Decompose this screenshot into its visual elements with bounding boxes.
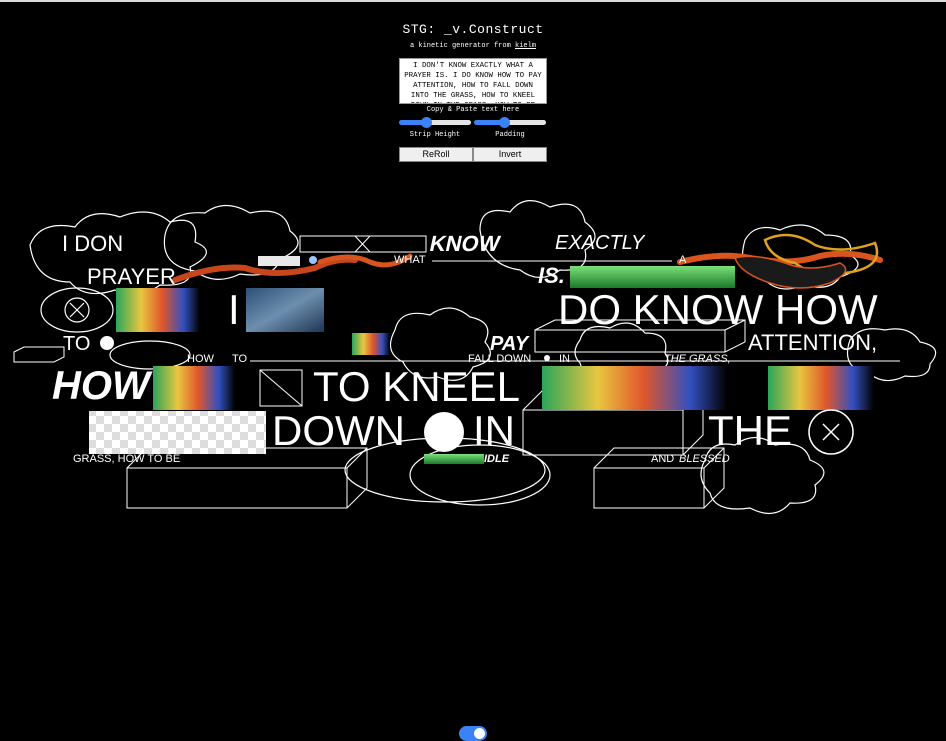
word-i-don: I DON — [62, 231, 124, 256]
dot-icon — [544, 355, 550, 361]
checker-strip — [89, 411, 266, 454]
rainbow-strip — [116, 288, 200, 332]
word-know: KNOW — [427, 231, 503, 256]
word-what: WHAT — [394, 254, 426, 266]
kinetic-canvas: I DON KNOW EXACTLY PRAYER WHAT A IS. I D… — [0, 0, 946, 741]
word-the-grass: THE GRASS, — [664, 353, 731, 365]
word-to: TO — [63, 333, 91, 355]
box-shape — [13, 346, 65, 363]
white-strip — [258, 256, 300, 266]
word-do-know-how: DO KNOW HOW — [558, 286, 878, 333]
word-idle: IDLE — [484, 453, 510, 465]
dot-icon — [100, 336, 114, 350]
word-down: DOWN — [272, 407, 405, 454]
word-to-small: TO — [232, 353, 248, 365]
word-grass-how-to-be: GRASS, HOW TO BE — [73, 453, 181, 465]
word-to-kneel: TO KNEEL — [313, 363, 520, 410]
rainbow-strip — [352, 333, 390, 355]
green-strip — [424, 454, 484, 464]
word-is: IS. — [538, 263, 565, 288]
word-in-big: IN — [473, 407, 515, 454]
x-circle-icon — [64, 297, 90, 323]
word-blessed: BLESSED — [679, 453, 730, 465]
word-in-small: IN — [559, 353, 570, 365]
green-strip — [570, 266, 735, 288]
rainbow-strip — [768, 366, 874, 410]
invert-toggle[interactable] — [459, 726, 487, 741]
sparkle-icon — [309, 256, 317, 264]
word-how-big: HOW — [52, 364, 150, 408]
word-pay: PAY — [490, 333, 529, 355]
word-and: AND — [651, 453, 675, 465]
dot-icon — [424, 412, 464, 452]
rainbow-strip — [153, 366, 235, 410]
word-how-small: HOW — [187, 353, 214, 365]
word-the: THE — [708, 407, 792, 454]
photo-strip — [246, 288, 324, 332]
word-exactly: EXACTLY — [555, 232, 645, 254]
word-a: A — [679, 254, 687, 266]
word-i: I — [228, 286, 240, 333]
word-attention: ATTENTION, — [748, 330, 878, 355]
toggle-knob — [474, 728, 485, 739]
rainbow-strip — [542, 366, 727, 410]
word-prayer: PRAYER — [87, 264, 176, 289]
slash-line — [259, 369, 303, 407]
x-circle-icon — [808, 409, 854, 455]
